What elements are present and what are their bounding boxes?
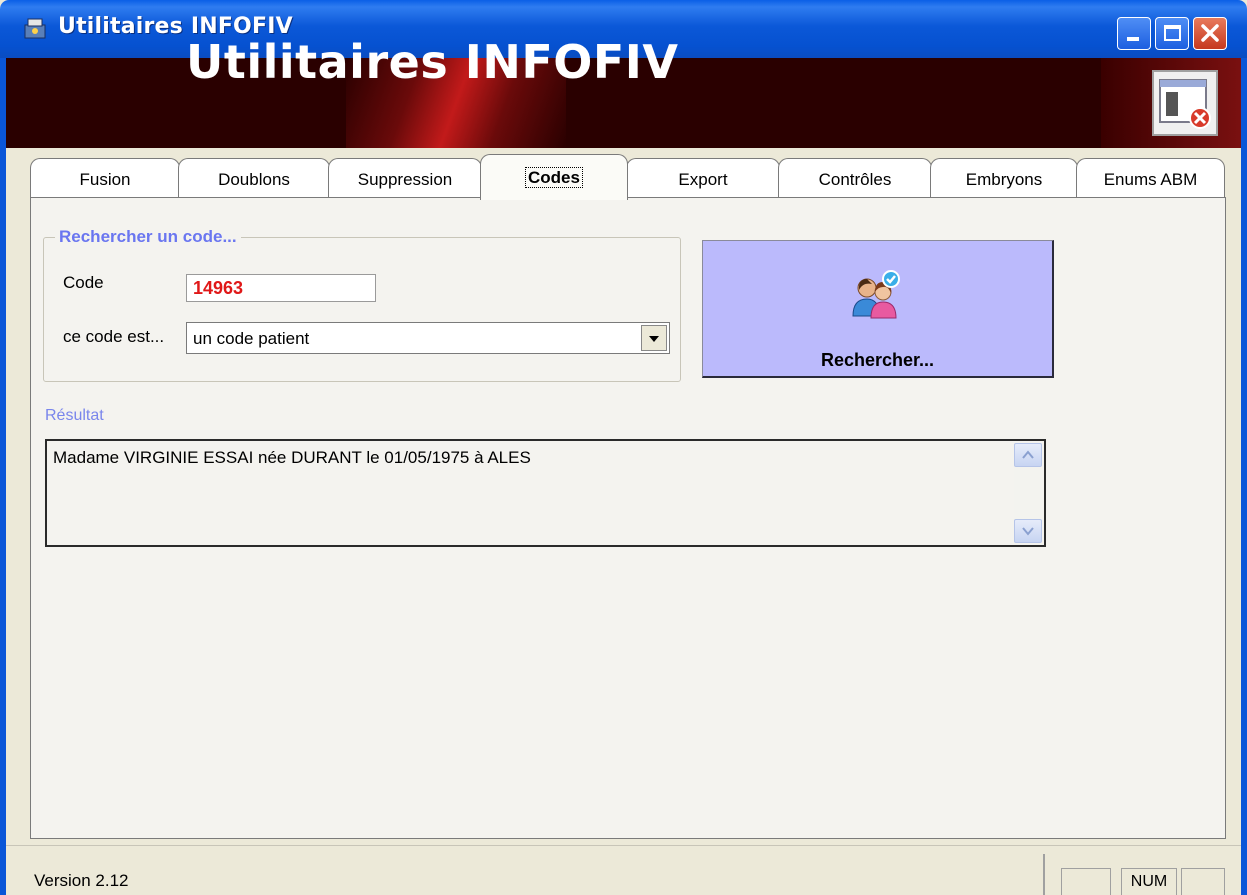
tab-enums-abm[interactable]: Enums ABM [1076,158,1225,198]
window-frame-left [0,58,6,895]
tab-label: Embryons [965,170,1043,189]
code-label: Code [63,273,104,292]
code-type-label: ce code est... [63,327,165,346]
close-icon [1201,24,1219,42]
code-input[interactable]: 14963 [186,274,376,302]
maximize-button[interactable] [1155,17,1189,50]
scroll-down-button[interactable] [1014,519,1042,543]
search-button-label: Rechercher... [820,350,935,370]
tab-label: Enums ABM [1103,170,1198,189]
version-text: Version 2.12 [34,871,129,890]
minimize-icon [1127,37,1139,41]
status-separator [1043,854,1045,895]
exit-app-icon [1159,79,1211,129]
app-window: Utilitaires INFOFIV Utilitaires INFOFIV … [0,0,1247,895]
tab-label: Doublons [218,170,290,189]
chevron-down-icon [1022,527,1034,536]
chevron-up-icon [1022,450,1034,459]
app-icon [24,18,46,39]
banner-title: Utilitaires INFOFIV [186,35,679,89]
result-scrollbar[interactable] [1014,443,1042,543]
status-cell [1181,868,1225,895]
search-group-title: Rechercher un code... [55,224,241,250]
window-frame-right [1241,58,1247,895]
users-check-icon [852,270,900,319]
tab-label: Suppression [357,170,453,189]
result-label: Résultat [45,407,104,424]
minimize-button[interactable] [1117,17,1151,50]
tab-suppression[interactable]: Suppression [328,158,482,198]
dropdown-arrow-button[interactable] [641,325,667,351]
tab-label: Export [678,170,728,189]
tab-export[interactable]: Export [626,158,780,198]
tab-label: Contrôles [818,170,892,189]
scroll-up-button[interactable] [1014,443,1042,467]
search-button[interactable]: Rechercher... [702,240,1054,378]
tab-controles[interactable]: Contrôles [778,158,932,198]
result-textarea[interactable]: Madame VIRGINIE ESSAI née DURANT le 01/0… [45,439,1046,547]
tab-label: Fusion [79,170,131,189]
tab-embryons[interactable]: Embryons [930,158,1078,198]
scroll-track[interactable] [1014,467,1042,519]
status-bar: Version 2.12 NUM [6,845,1241,895]
status-cell [1061,868,1111,895]
maximize-icon [1164,25,1181,41]
tab-doublons[interactable]: Doublons [178,158,330,198]
code-type-value: un code patient [193,329,310,348]
close-button[interactable] [1193,17,1227,50]
exit-app-button[interactable] [1152,70,1218,136]
tab-fusion[interactable]: Fusion [30,158,180,198]
chevron-down-icon [649,336,659,342]
result-text: Madame VIRGINIE ESSAI née DURANT le 01/0… [53,448,531,467]
search-groupbox [43,237,681,382]
status-num-indicator: NUM [1121,868,1177,895]
tab-codes[interactable]: Codes [480,154,628,200]
tab-label: Codes [525,167,583,188]
tab-strip: Fusion Doublons Suppression Codes Export… [30,154,1225,200]
code-type-select[interactable]: un code patient [186,322,670,354]
